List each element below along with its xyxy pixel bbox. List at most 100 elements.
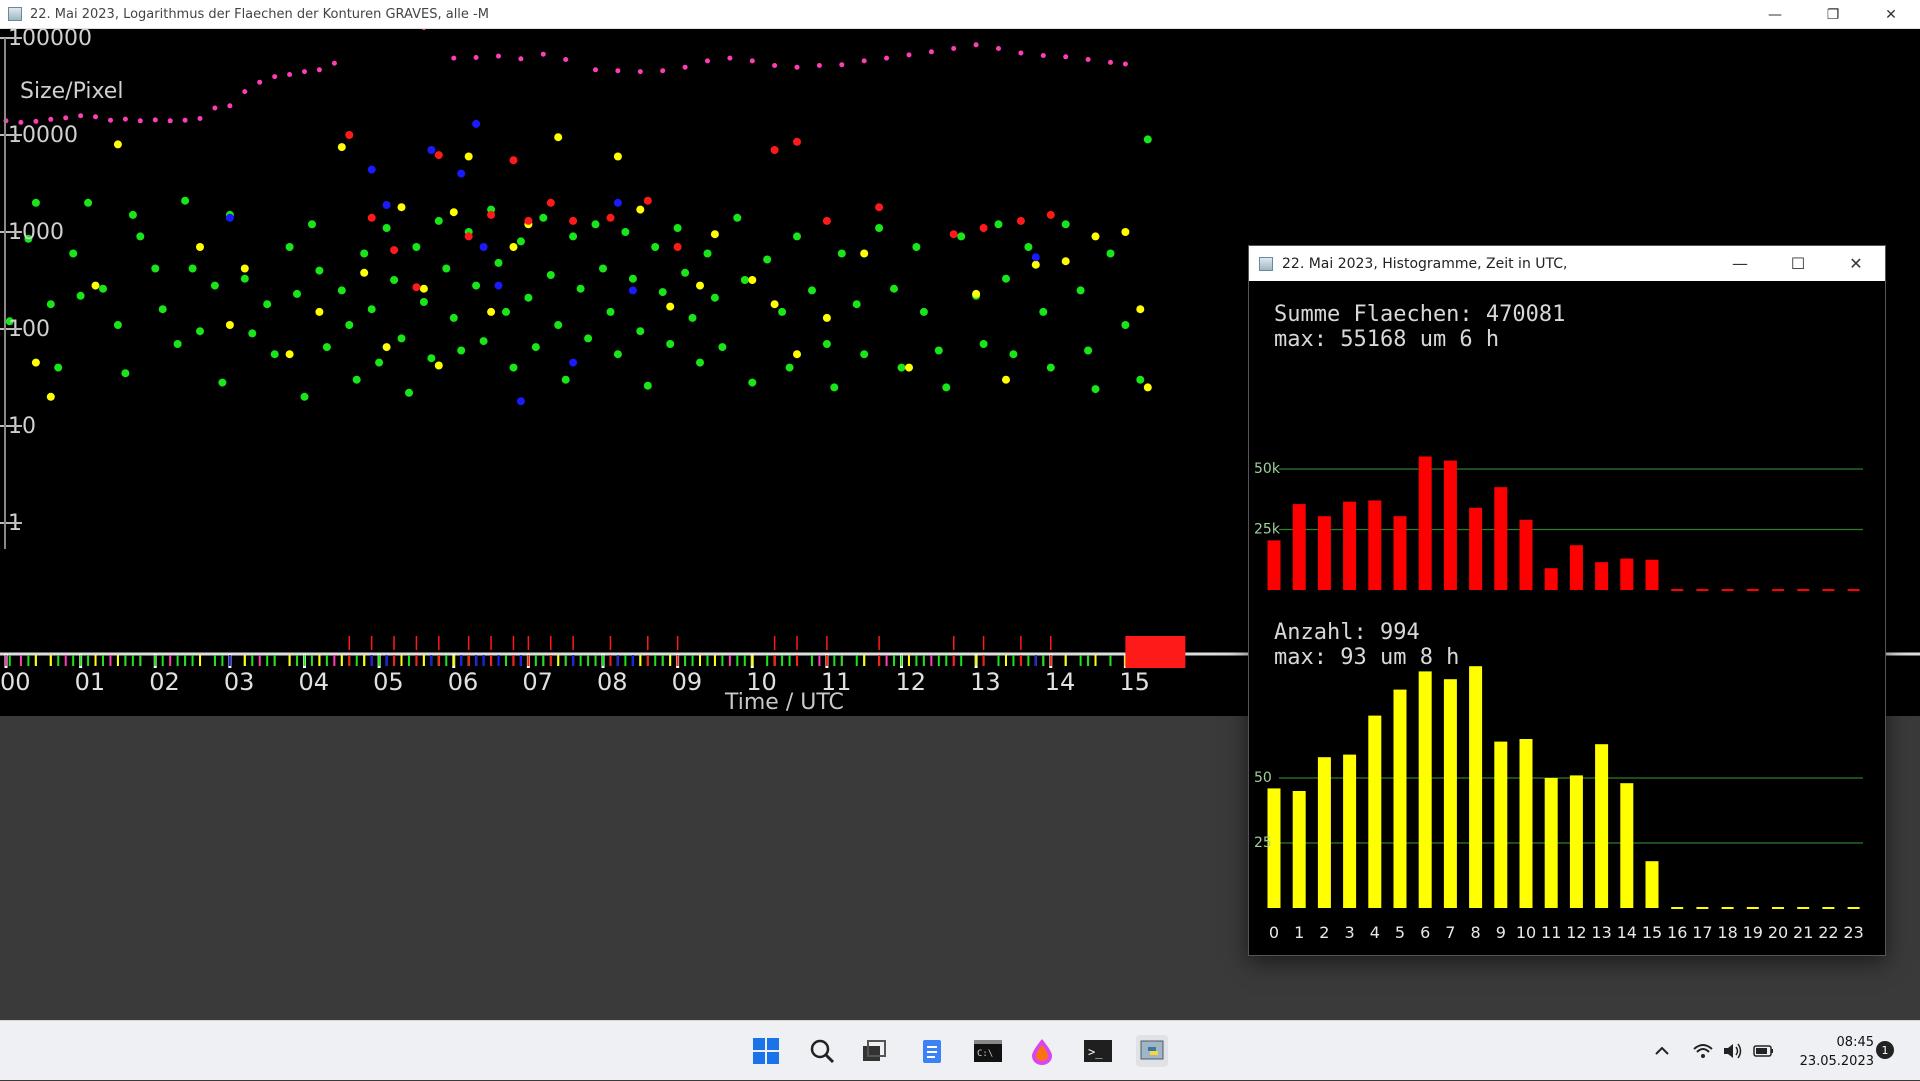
scatter-point-green	[405, 388, 413, 397]
scatter-point-red	[875, 203, 884, 212]
scatter-point-green	[76, 291, 85, 300]
scatter-point-red	[345, 131, 354, 139]
task-view-icon[interactable]	[858, 1035, 890, 1067]
paint-icon[interactable]	[1026, 1035, 1058, 1067]
yellow-bar	[1569, 775, 1583, 908]
hist-minimize-button[interactable]: —	[1711, 246, 1769, 281]
scatter-point-green	[502, 307, 510, 316]
svg-text:>_: >_	[1088, 1045, 1103, 1059]
scatter-point-pink	[182, 117, 188, 123]
x-tick-label: 12	[896, 668, 927, 696]
search-icon[interactable]	[806, 1035, 838, 1067]
scatter-point-blue	[367, 165, 376, 174]
scatter-point-green	[576, 284, 585, 293]
scatter-point-red	[412, 283, 421, 292]
scatter-point-pink	[705, 58, 710, 64]
scatter-point-pink	[316, 67, 322, 73]
sum-area-title: Summe Flaechen: 470081	[1274, 302, 1565, 327]
hour-label: 9	[1496, 923, 1506, 942]
scatter-point-green	[151, 264, 160, 273]
scatter-point-pink	[451, 55, 457, 61]
scatter-point-green	[240, 274, 249, 283]
scatter-point-green	[688, 313, 697, 322]
scatter-point-red	[643, 196, 652, 205]
scatter-point-pink	[749, 58, 755, 64]
scatter-point-green	[509, 363, 518, 372]
console-icon[interactable]: >_	[1082, 1035, 1114, 1067]
hist-maximize-button[interactable]: ☐	[1769, 246, 1827, 281]
scatter-point-blue	[494, 281, 503, 290]
scatter-point-green	[1121, 321, 1130, 329]
main-titlebar[interactable]: 22. Mai 2023, Logarithmus der Flaechen d…	[0, 0, 1920, 29]
scatter-point-pink	[563, 57, 569, 62]
histogram-titlebar[interactable]: 22. Mai 2023, Histogramme, Zeit in UTC, …	[1249, 246, 1885, 281]
scatter-point-green	[703, 249, 712, 258]
maximize-button[interactable]: ❐	[1804, 0, 1862, 29]
scatter-point-green	[516, 237, 525, 246]
scatter-point-red	[606, 213, 615, 222]
scatter-point-red	[487, 210, 496, 219]
hour-label: 15	[1642, 923, 1662, 942]
scatter-point-yellow	[225, 321, 234, 329]
x-tick-label: 00	[0, 668, 31, 696]
close-button[interactable]: ✕	[1862, 0, 1920, 29]
scatter-point-green	[837, 249, 846, 258]
scatter-point-green	[584, 334, 593, 343]
scatter-point-yellow	[1031, 260, 1040, 269]
scatter-point-green	[442, 264, 451, 273]
x-tick-label: 01	[75, 668, 106, 696]
scatter-point-blue	[427, 146, 436, 154]
scatter-point-yellow	[1002, 375, 1010, 384]
windows-start-icon[interactable]	[750, 1035, 782, 1067]
wifi-icon[interactable]	[1692, 1021, 1714, 1081]
scatter-point-pink	[1108, 59, 1113, 65]
scatter-point-green	[808, 286, 816, 295]
chevron-up-icon[interactable]	[1652, 1021, 1672, 1081]
scatter-point-green	[113, 321, 122, 329]
clock[interactable]: 08:45 23.05.2023	[1784, 1033, 1874, 1071]
scatter-point-red	[390, 246, 399, 255]
hour-label: 19	[1743, 923, 1763, 942]
battery-icon[interactable]	[1752, 1021, 1776, 1081]
python-app-icon[interactable]	[1136, 1035, 1168, 1067]
volume-icon[interactable]	[1722, 1021, 1744, 1081]
main-window-title: 22. Mai 2023, Logarithmus der Flaechen d…	[30, 6, 489, 22]
scatter-point-pink	[227, 103, 233, 109]
scatter-point-pink	[637, 69, 643, 75]
notification-badge[interactable]: 1	[1876, 1041, 1894, 1059]
sum-area-max: max: 55168 um 6 h	[1274, 327, 1499, 352]
scatter-point-green	[173, 340, 182, 348]
scatter-point-blue	[628, 286, 637, 295]
minimize-button[interactable]: —	[1746, 0, 1804, 29]
scatter-point-pink	[951, 46, 957, 51]
terminal-icon[interactable]: C:\	[972, 1035, 1004, 1067]
scatter-point-green	[158, 305, 167, 314]
scatter-point-pink	[122, 116, 128, 122]
scatter-point-pink	[593, 67, 598, 73]
red-bar	[1595, 562, 1609, 590]
x-tick-label: 13	[970, 668, 1001, 696]
red-y-tick-label: 50k	[1254, 461, 1281, 477]
scatter-point-yellow	[434, 361, 443, 370]
scatter-point-green	[875, 224, 884, 232]
y-tick-label: 100000	[8, 29, 92, 51]
scatter-point-pink	[682, 64, 688, 70]
scatter-point-green	[1076, 286, 1085, 295]
notepad-icon[interactable]	[916, 1035, 948, 1067]
scatter-point-yellow	[337, 143, 346, 152]
scatter-point-pink	[1122, 61, 1128, 67]
yellow-bar	[1620, 783, 1634, 908]
hist-close-button[interactable]: ✕	[1827, 246, 1885, 281]
scatter-point-yellow	[822, 313, 831, 322]
scatter-point-blue	[225, 213, 234, 222]
yellow-bar	[1494, 741, 1508, 908]
scatter-point-yellow	[905, 363, 913, 372]
scatter-point-yellow	[91, 281, 100, 290]
scatter-point-green	[613, 350, 622, 359]
scatter-point-pink	[928, 49, 934, 55]
red-bar	[1418, 456, 1432, 590]
hour-label: 18	[1717, 923, 1737, 942]
x-tick-label: 08	[597, 668, 628, 696]
red-y-tick-label: 25k	[1254, 522, 1281, 538]
red-bar	[1569, 545, 1583, 590]
